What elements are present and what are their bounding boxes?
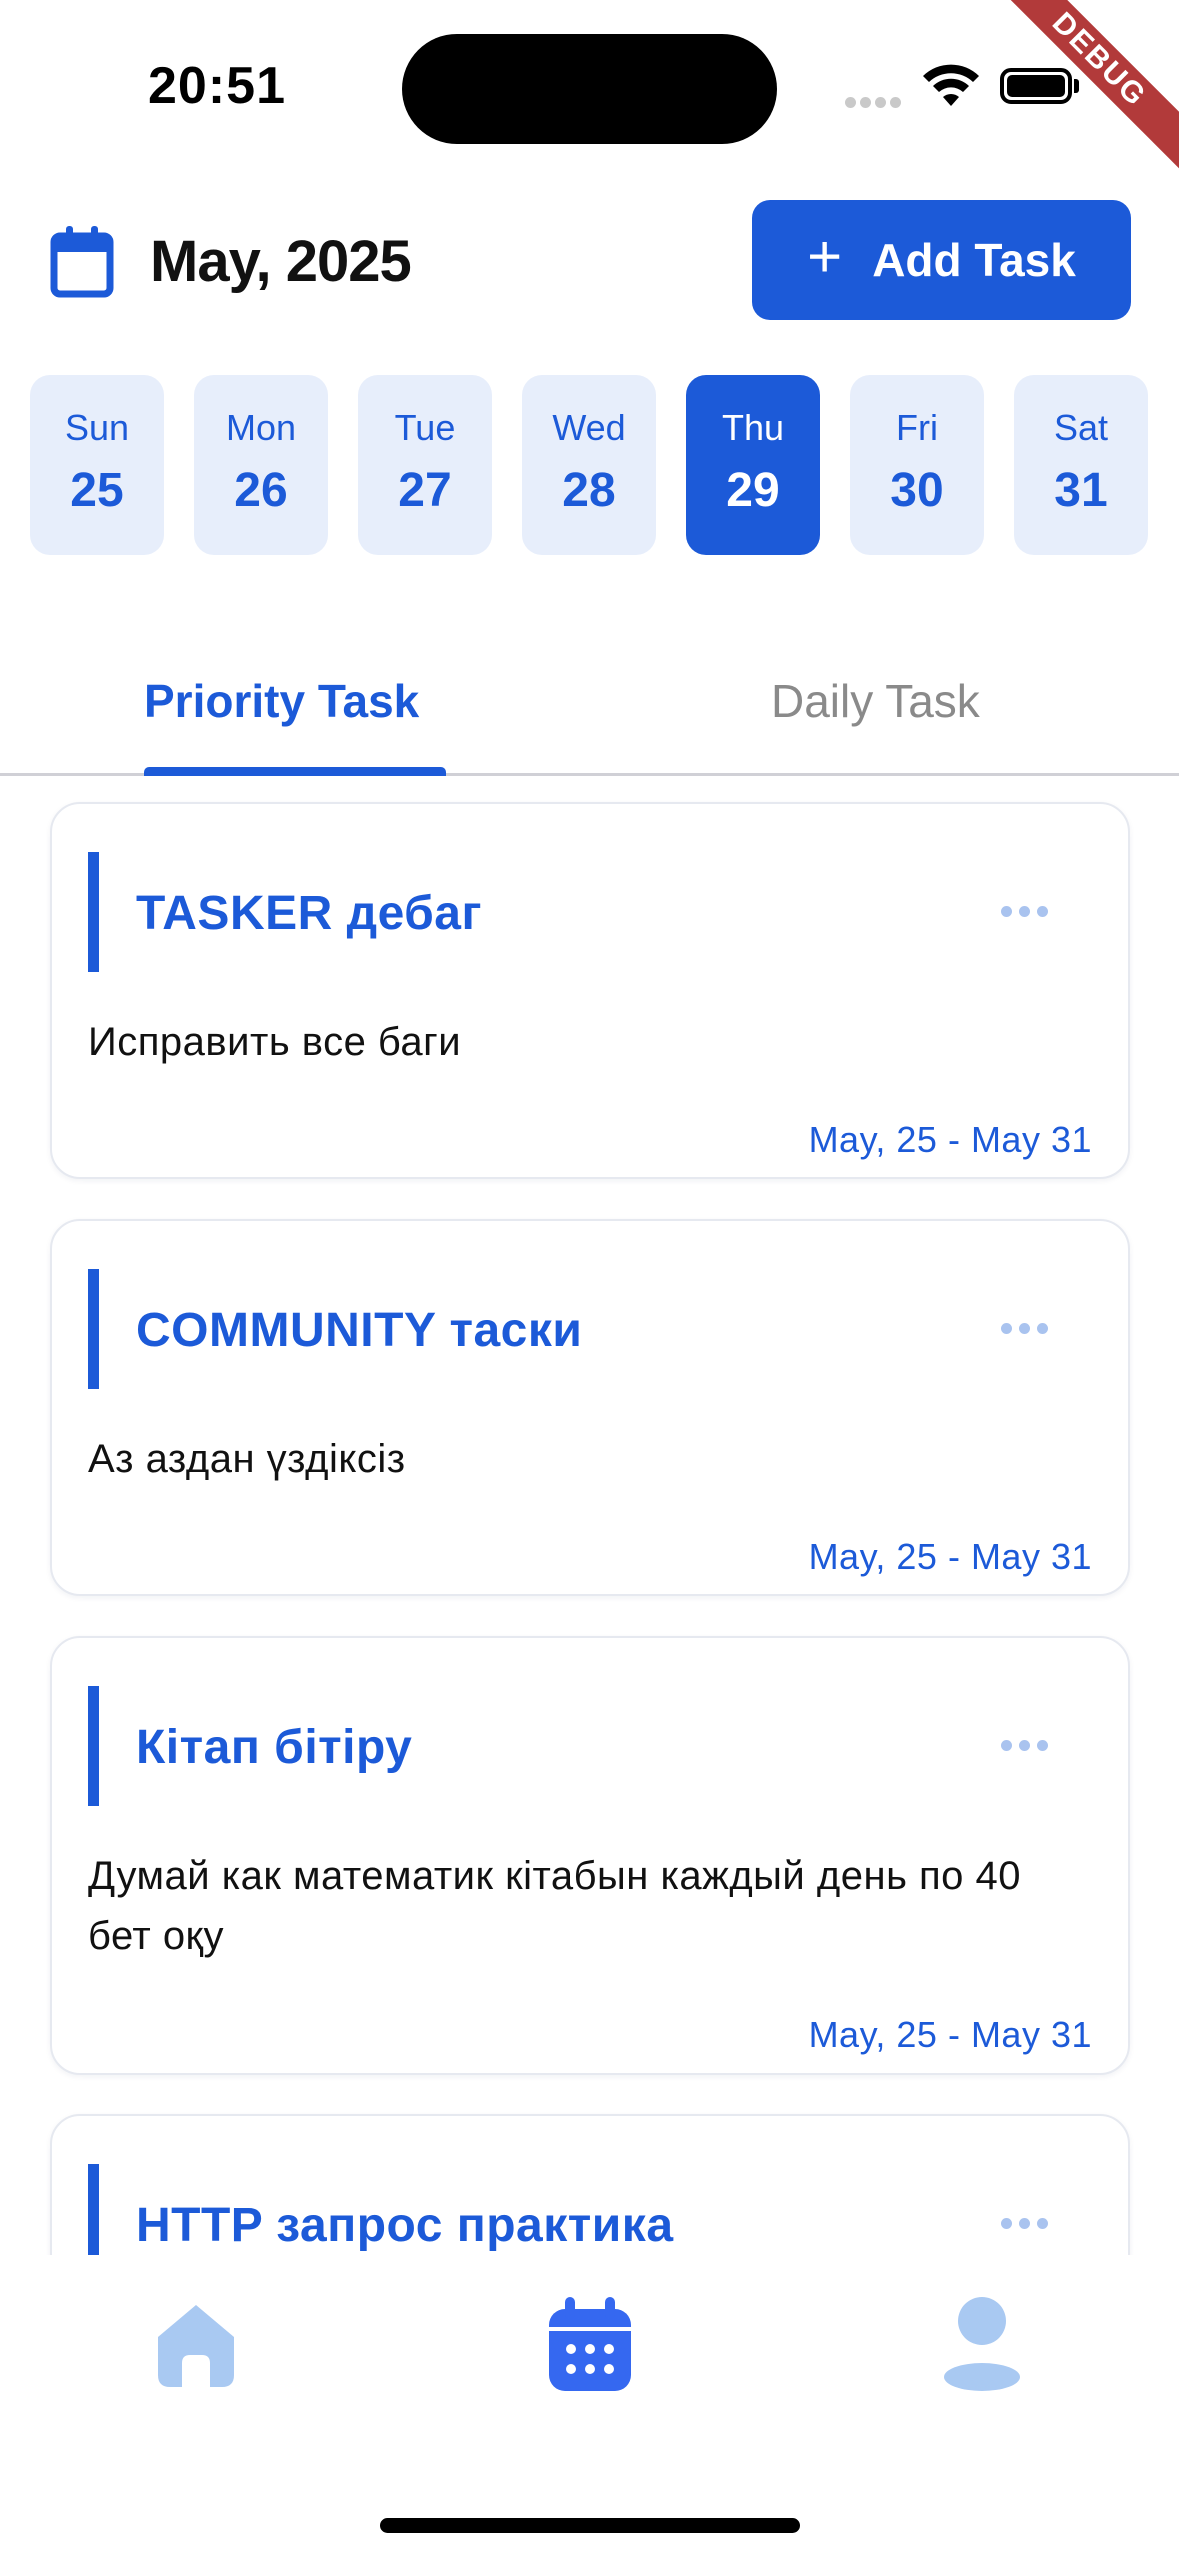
day-sat[interactable]: Sat 31 xyxy=(1014,375,1148,555)
more-options-icon[interactable] xyxy=(994,1738,1048,1756)
header: May, 2025 + Add Task xyxy=(0,200,1179,322)
day-name: Fri xyxy=(896,407,938,448)
day-number: 27 xyxy=(398,464,452,517)
task-accent-bar xyxy=(88,2164,99,2255)
tab-daily-task[interactable]: Daily Task xyxy=(771,674,980,728)
month-title: May, 2025 xyxy=(150,229,412,294)
dynamic-island xyxy=(402,34,777,144)
tab-priority-task[interactable]: Priority Task xyxy=(144,674,419,728)
day-number: 28 xyxy=(562,464,616,517)
task-title: HTTP запрос практика xyxy=(136,2199,674,2252)
day-tue[interactable]: Tue 27 xyxy=(358,375,492,555)
task-accent-bar xyxy=(88,1686,99,1806)
day-name: Sat xyxy=(1053,407,1109,448)
nav-home[interactable] xyxy=(150,2297,242,2394)
profile-icon xyxy=(944,2297,1020,2391)
status-bar: 20:51 DEBUG xyxy=(0,0,1179,181)
task-date-range: May, 25 - May 31 xyxy=(808,1119,1092,1160)
more-options-icon[interactable] xyxy=(994,1321,1048,1339)
task-accent-bar xyxy=(88,852,99,972)
bottom-navigation xyxy=(0,2255,1179,2556)
more-options-icon[interactable] xyxy=(994,904,1048,922)
add-task-label: Add Task xyxy=(872,234,1076,286)
status-time: 20:51 xyxy=(148,57,286,115)
day-name: Mon xyxy=(225,407,297,448)
day-name: Wed xyxy=(552,407,626,448)
day-name: Sun xyxy=(64,407,130,448)
day-number: 26 xyxy=(234,464,288,517)
wifi-icon xyxy=(923,64,979,113)
battery-tip xyxy=(1074,79,1079,93)
plus-icon: + xyxy=(807,223,843,290)
nav-profile[interactable] xyxy=(942,2297,1022,2396)
task-title: Кітап бітіру xyxy=(136,1721,413,1774)
day-number: 30 xyxy=(890,464,944,517)
day-mon[interactable]: Mon 26 xyxy=(194,375,328,555)
day-wed[interactable]: Wed 28 xyxy=(522,375,656,555)
day-number: 25 xyxy=(70,464,124,517)
task-list[interactable]: TASKER дебаг Исправить все баги May, 25 … xyxy=(0,780,1179,2255)
task-title: TASKER дебаг xyxy=(136,887,482,940)
day-sun[interactable]: Sun 25 xyxy=(30,375,164,555)
task-card[interactable]: TASKER дебаг Исправить все баги May, 25 … xyxy=(50,802,1130,1179)
task-description: Аз аздан үздіксіз xyxy=(88,1437,406,1481)
task-tabs: Priority Task Daily Task xyxy=(0,660,1179,776)
day-fri[interactable]: Fri 30 xyxy=(850,375,984,555)
day-thu-selected[interactable]: Thu 29 xyxy=(686,375,820,555)
task-description: Думай как математик кітабын каждый день … xyxy=(88,1854,1022,1958)
calendar-icon xyxy=(549,2297,631,2391)
task-accent-bar xyxy=(88,1269,99,1389)
task-card[interactable]: HTTP запрос практика xyxy=(50,2114,1130,2255)
task-card[interactable]: COMMUNITY таски Аз аздан үздіксіз May, 2… xyxy=(50,1219,1130,1596)
task-date-range: May, 25 - May 31 xyxy=(808,2014,1092,2055)
home-icon xyxy=(158,2305,234,2387)
day-name: Thu xyxy=(721,407,785,448)
day-number: 31 xyxy=(1054,464,1108,517)
home-indicator xyxy=(380,2518,800,2533)
cellular-signal-icon xyxy=(845,95,905,113)
day-number: 29 xyxy=(726,464,780,517)
task-date-range: May, 25 - May 31 xyxy=(808,1536,1092,1577)
tab-indicator xyxy=(144,767,446,776)
add-task-button[interactable]: + Add Task xyxy=(752,200,1131,320)
task-card[interactable]: Кітап бітіру Думай как математик кітабын… xyxy=(50,1636,1130,2075)
battery-icon xyxy=(1000,68,1072,104)
nav-calendar[interactable] xyxy=(547,2297,633,2398)
more-options-icon[interactable] xyxy=(994,2216,1048,2234)
task-description: Исправить все баги xyxy=(88,1020,462,1064)
calendar-icon xyxy=(50,226,114,303)
day-name: Tue xyxy=(394,407,456,448)
week-day-selector: Sun 25 Mon 26 Tue 27 Wed 28 Thu 29 Fri 3… xyxy=(30,375,1150,555)
task-title: COMMUNITY таски xyxy=(136,1304,583,1357)
